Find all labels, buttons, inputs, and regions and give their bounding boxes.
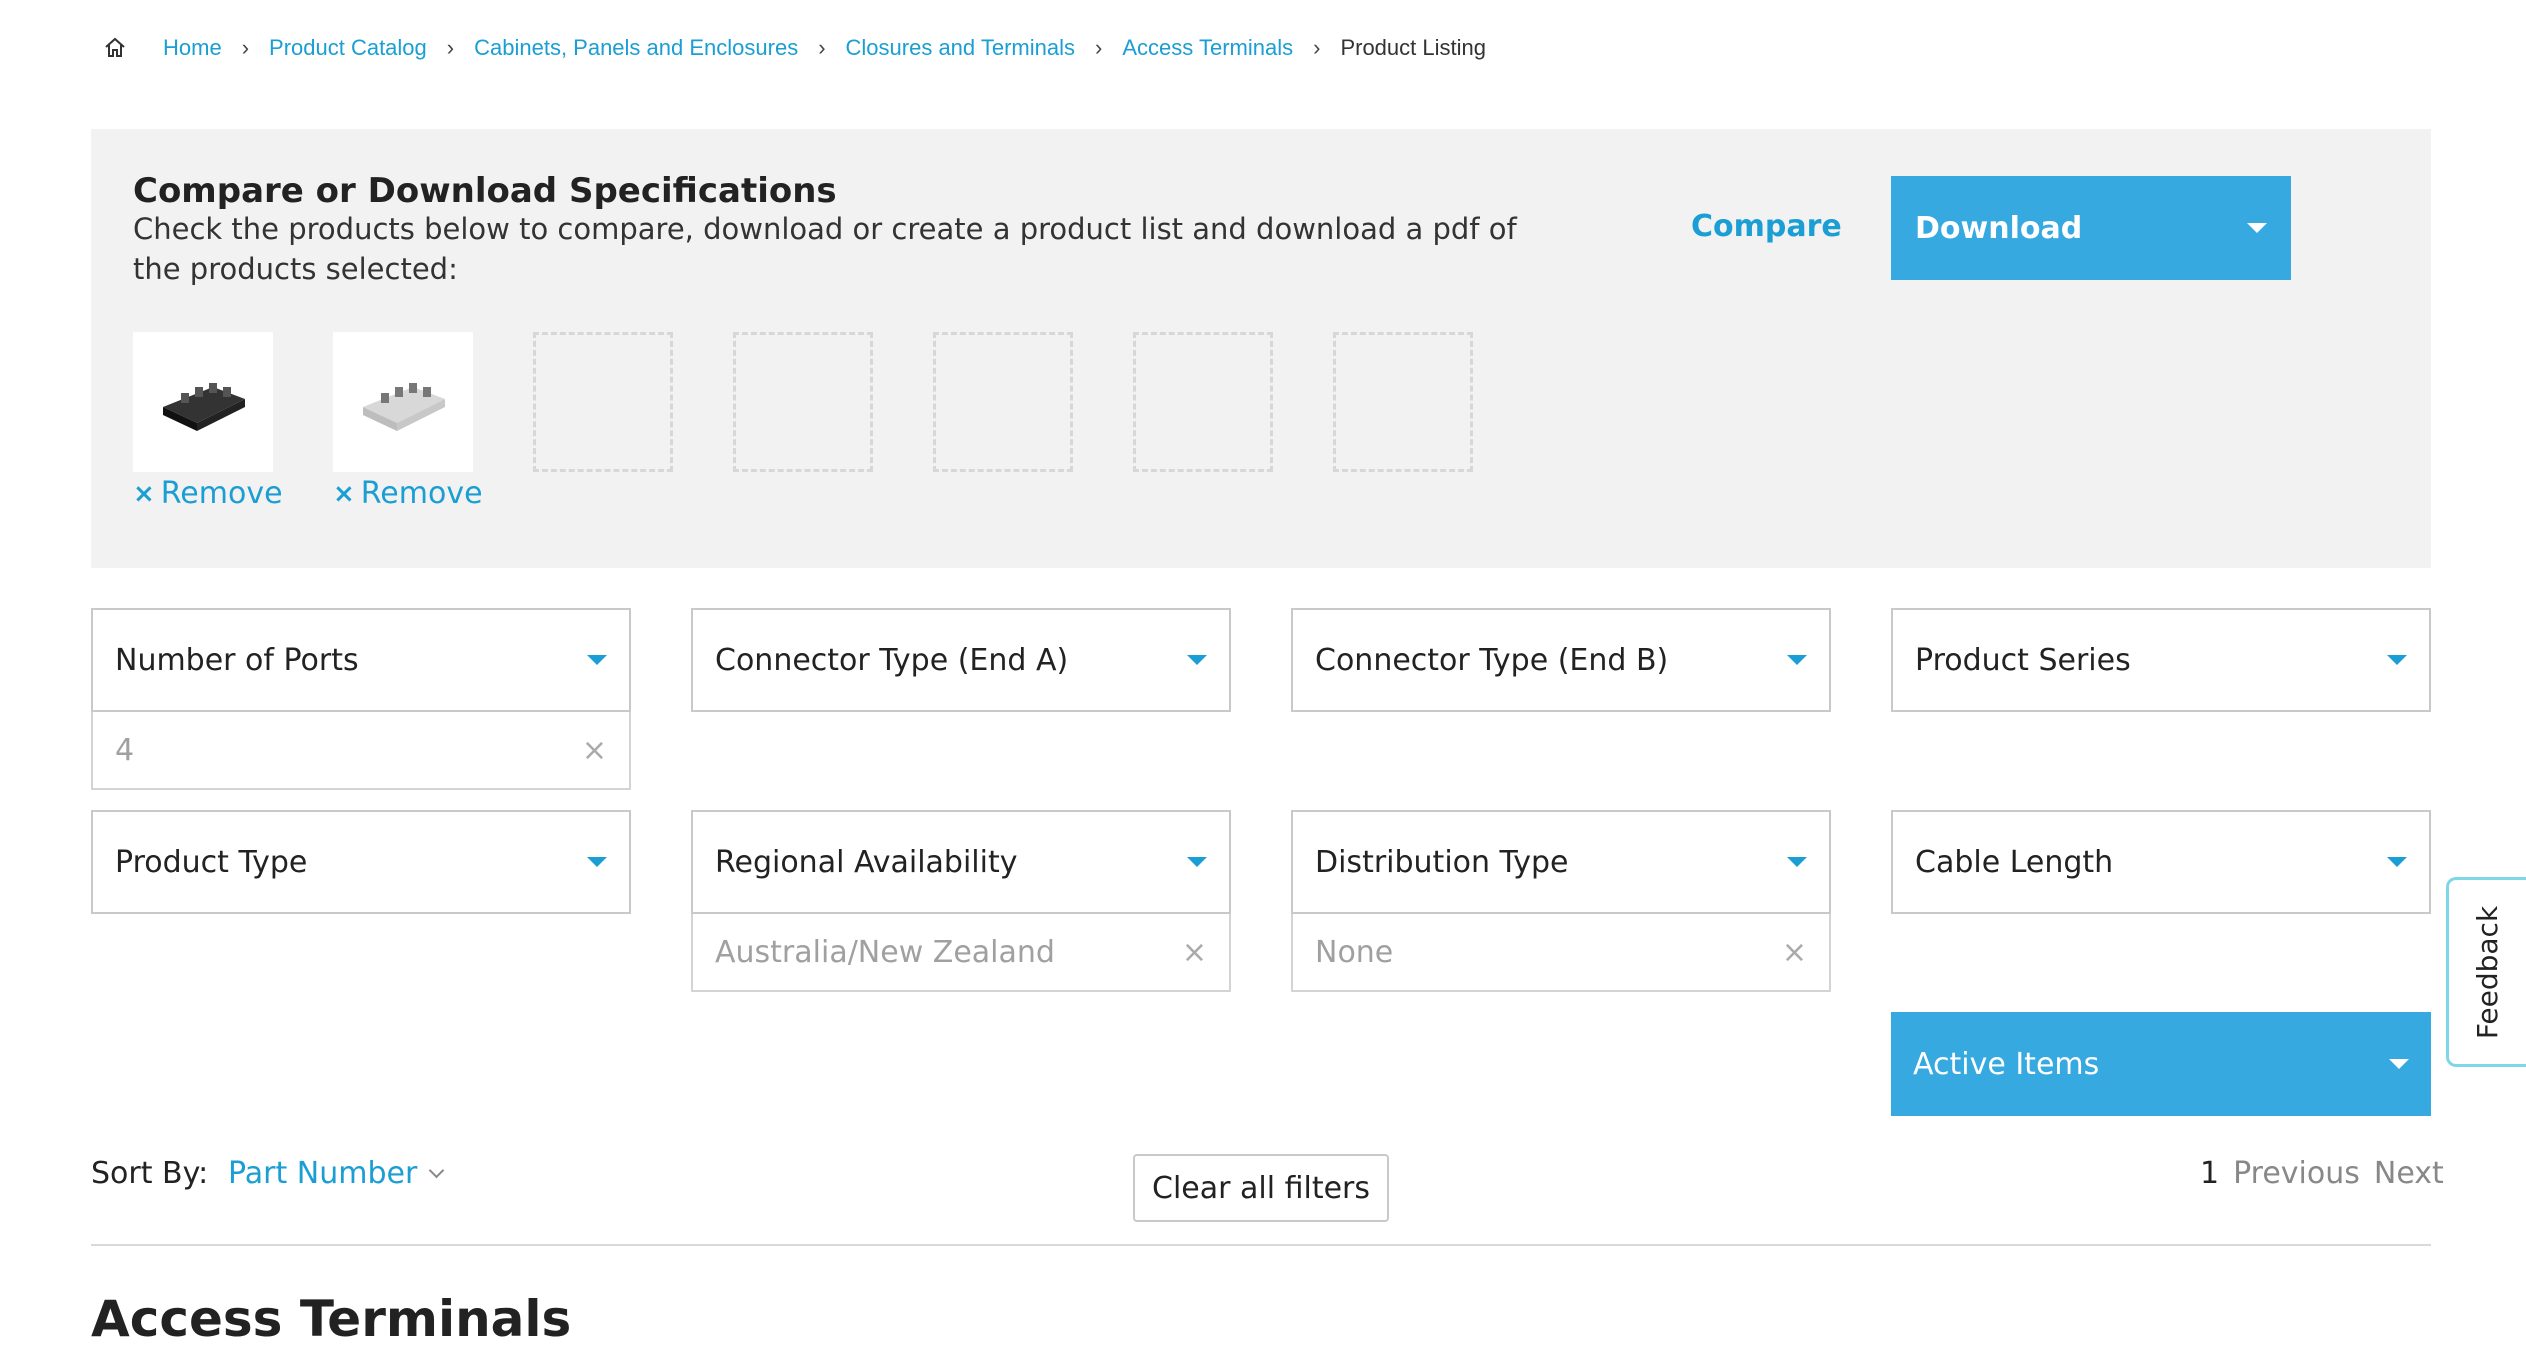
- empty-compare-slot: [1133, 332, 1273, 472]
- remove-product-1[interactable]: × Remove: [133, 476, 283, 511]
- breadcrumb-closures[interactable]: Closures and Terminals: [846, 35, 1075, 61]
- caret-down-icon: [1787, 857, 1807, 867]
- remove-product-2[interactable]: × Remove: [333, 476, 483, 511]
- sort-label: Sort By:: [91, 1156, 209, 1191]
- product-thumbnail-1: [133, 332, 273, 472]
- clear-filter-icon[interactable]: ×: [582, 733, 607, 768]
- chevron-right-icon: ›: [1313, 35, 1321, 60]
- close-icon: ×: [133, 478, 155, 509]
- compare-link[interactable]: Compare: [1691, 209, 1842, 244]
- previous-page-link[interactable]: Previous: [2233, 1156, 2360, 1191]
- compare-title: Compare or Download Specifications: [133, 171, 837, 211]
- filter-value-text: Australia/New Zealand: [715, 934, 1055, 970]
- empty-compare-slot: [533, 332, 673, 472]
- caret-down-icon: [2387, 857, 2407, 867]
- caret-down-icon: [1787, 655, 1807, 665]
- filter-label: Connector Type (End B): [1315, 642, 1669, 678]
- breadcrumb-current: Product Listing: [1340, 35, 1486, 60]
- caret-down-icon: [2247, 223, 2267, 233]
- current-page: 1: [2200, 1156, 2220, 1191]
- empty-compare-slot: [933, 332, 1073, 472]
- filter-label: Product Type: [115, 844, 308, 880]
- filter-connector-type-end-a[interactable]: Connector Type (End A): [691, 608, 1231, 712]
- clear-all-filters-button[interactable]: Clear all filters: [1133, 1154, 1389, 1222]
- breadcrumb-product-catalog[interactable]: Product Catalog: [269, 35, 427, 61]
- breadcrumb-cabinets[interactable]: Cabinets, Panels and Enclosures: [474, 35, 798, 61]
- next-page-link[interactable]: Next: [2374, 1156, 2444, 1191]
- filter-label: Cable Length: [1915, 844, 2114, 880]
- chevron-right-icon: ›: [818, 35, 826, 60]
- breadcrumb-access-terminals[interactable]: Access Terminals: [1122, 35, 1293, 61]
- active-items-label: Active Items: [1913, 1046, 2100, 1082]
- empty-compare-slot: [1333, 332, 1473, 472]
- home-icon[interactable]: [103, 36, 127, 60]
- clear-filter-icon[interactable]: ×: [1782, 935, 1807, 970]
- product-image-icon: [163, 383, 245, 431]
- caret-down-icon: [1187, 857, 1207, 867]
- filter-value-distribution-type: None ×: [1291, 914, 1831, 992]
- compare-description: Check the products below to compare, dow…: [133, 212, 1517, 286]
- filter-label: Number of Ports: [115, 642, 359, 678]
- feedback-tab[interactable]: Feedback: [2446, 877, 2526, 1067]
- filter-number-of-ports[interactable]: Number of Ports: [91, 608, 631, 712]
- caret-down-icon: [587, 857, 607, 867]
- remove-label: Remove: [160, 476, 283, 511]
- divider: [91, 1244, 2431, 1246]
- download-button[interactable]: Download: [1891, 176, 2291, 280]
- filter-label: Connector Type (End A): [715, 642, 1069, 678]
- sort-value: Part Number: [228, 1156, 418, 1191]
- active-items-dropdown[interactable]: Active Items: [1891, 1012, 2431, 1116]
- pagination: 1 Previous Next: [2200, 1156, 2444, 1191]
- breadcrumb-home[interactable]: Home: [163, 35, 222, 61]
- remove-label: Remove: [360, 476, 483, 511]
- filter-connector-type-end-b[interactable]: Connector Type (End B): [1291, 608, 1831, 712]
- feedback-label: Feedback: [2471, 905, 2504, 1039]
- sort-select[interactable]: Part Number: [228, 1156, 445, 1191]
- breadcrumb: Home › Product Catalog › Cabinets, Panel…: [103, 30, 1486, 66]
- clear-filter-icon[interactable]: ×: [1182, 935, 1207, 970]
- download-label: Download: [1915, 210, 2083, 246]
- chevron-right-icon: ›: [241, 35, 250, 60]
- filter-value-text: None: [1315, 934, 1394, 970]
- filter-product-type[interactable]: Product Type: [91, 810, 631, 914]
- filter-value-text: 4: [115, 732, 135, 768]
- filter-distribution-type[interactable]: Distribution Type: [1291, 810, 1831, 914]
- close-icon: ×: [333, 478, 355, 509]
- chevron-right-icon: ›: [1095, 35, 1103, 60]
- caret-down-icon: [2387, 655, 2407, 665]
- filter-label: Regional Availability: [715, 844, 1018, 880]
- filter-regional-availability[interactable]: Regional Availability: [691, 810, 1231, 914]
- filter-cable-length[interactable]: Cable Length: [1891, 810, 2431, 914]
- filter-label: Distribution Type: [1315, 844, 1569, 880]
- filter-value-number-of-ports: 4 ×: [91, 712, 631, 790]
- filter-value-regional-availability: Australia/New Zealand ×: [691, 914, 1231, 992]
- chevron-right-icon: ›: [446, 35, 455, 60]
- filter-label: Product Series: [1915, 642, 2131, 678]
- caret-down-icon: [1187, 655, 1207, 665]
- chevron-down-icon: [429, 1162, 445, 1179]
- filter-product-series[interactable]: Product Series: [1891, 608, 2431, 712]
- product-image-icon: [363, 383, 445, 431]
- product-thumbnail-2: [333, 332, 473, 472]
- compare-panel: Compare or Download Specifications Check…: [91, 129, 2431, 568]
- section-title: Access Terminals: [91, 1290, 572, 1348]
- caret-down-icon: [587, 655, 607, 665]
- caret-down-icon: [2389, 1059, 2409, 1069]
- empty-compare-slot: [733, 332, 873, 472]
